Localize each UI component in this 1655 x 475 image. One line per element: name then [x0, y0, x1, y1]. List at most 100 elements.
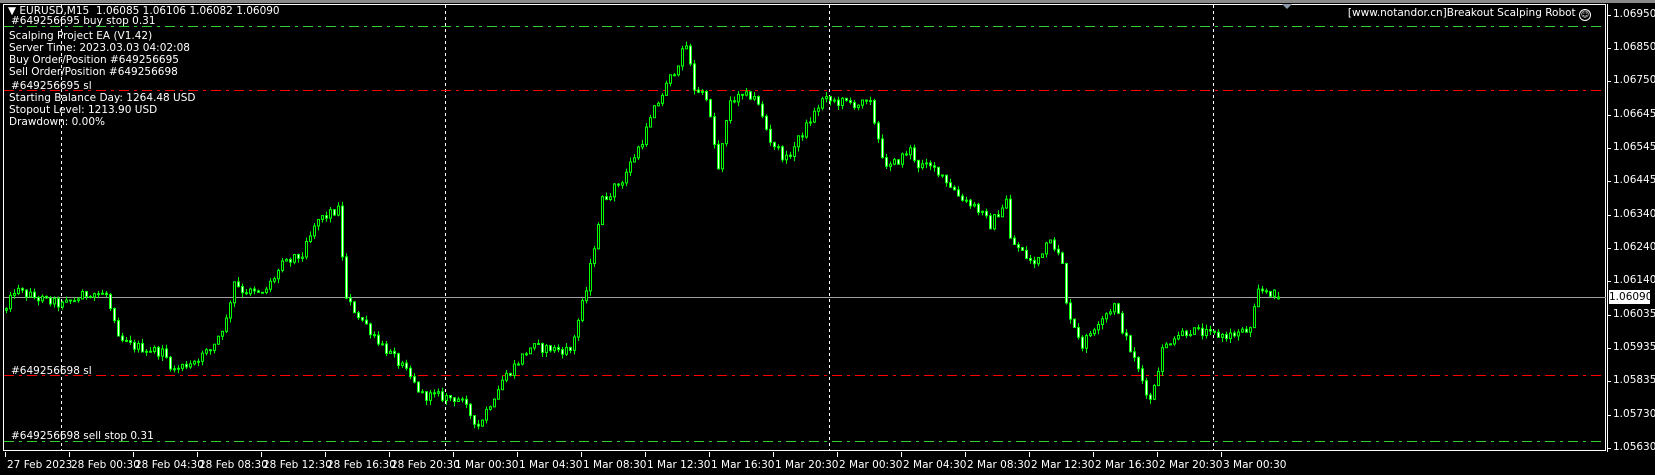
shift-marker-icon[interactable] [1282, 4, 1292, 9]
bull-candle [229, 302, 232, 319]
time-tick-label: 28 Feb 08:30 [199, 459, 268, 471]
bear-candle [713, 116, 716, 145]
price-tick-label: 1.05730 [1613, 408, 1655, 421]
bull-candle [321, 215, 324, 220]
bear-candle [969, 199, 972, 207]
bull-candle [137, 342, 140, 350]
bear-candle [33, 291, 36, 299]
bear-candle [257, 290, 260, 293]
bull-candle [593, 248, 596, 265]
bear-candle [245, 292, 248, 295]
bull-candle [9, 294, 12, 310]
bear-candle [165, 348, 168, 358]
bear-candle [697, 89, 700, 93]
bull-candle [729, 100, 732, 122]
bull-candle [1085, 335, 1088, 349]
time-tick-label: 1 Mar 04:30 [519, 459, 583, 471]
bull-candle [1093, 329, 1096, 335]
bull-candle [1153, 385, 1156, 400]
bull-candle [305, 240, 308, 258]
bear-candle [333, 209, 336, 216]
bull-candle [677, 65, 680, 76]
bull-candle [1229, 332, 1232, 340]
bull-candle [81, 291, 84, 300]
bull-candle [577, 319, 580, 338]
bull-candle [597, 224, 600, 250]
bull-candle [1161, 347, 1164, 372]
bull-candle [537, 343, 540, 346]
bull-candle [701, 90, 704, 93]
bear-candle [1125, 332, 1128, 337]
bear-candle [1073, 318, 1076, 329]
time-tick-label: 28 Feb 12:30 [263, 459, 332, 471]
bear-candle [297, 253, 300, 259]
smiley-icon[interactable]: ☺ [1579, 9, 1591, 21]
bear-candle [453, 397, 456, 403]
bull-candle [1165, 343, 1168, 349]
bear-candle [905, 153, 908, 156]
bear-candle [113, 307, 116, 322]
bear-candle [769, 128, 772, 143]
time-tick-label: 2 Mar 08:30 [967, 459, 1031, 471]
bull-candle [813, 110, 816, 123]
bear-candle [1209, 329, 1212, 332]
bear-candle [237, 281, 240, 288]
bull-candle [657, 102, 660, 107]
bull-candle [205, 349, 208, 354]
bear-candle [945, 174, 948, 184]
bear-candle [749, 91, 752, 100]
bull-candle [565, 346, 568, 355]
sell-stop-label: #649256698 sell stop 0.31 [11, 430, 154, 442]
bear-candle [45, 295, 48, 299]
bear-candle [849, 99, 852, 103]
bear-candle [865, 99, 868, 102]
bear-candle [1225, 333, 1228, 340]
bull-candle [545, 345, 548, 353]
bear-candle [1077, 327, 1080, 338]
bull-candle [421, 391, 424, 394]
bear-candle [449, 394, 452, 399]
bull-candle [993, 214, 996, 230]
bear-candle [353, 301, 356, 314]
bull-candle [1157, 370, 1160, 387]
bull-candle [685, 45, 688, 50]
time-tick-label: 2 Mar 20:30 [1159, 459, 1223, 471]
bear-candle [129, 340, 132, 343]
bull-candle [65, 299, 68, 303]
bull-candle [909, 147, 912, 156]
time-tick-label: 28 Feb 04:30 [135, 459, 204, 471]
price-tick-label: 1.05630 [1613, 440, 1655, 453]
bear-candle [441, 391, 444, 401]
bear-candle [109, 294, 112, 309]
bull-candle [809, 121, 812, 124]
bull-candle [585, 290, 588, 302]
price-tick-label: 1.06850 [1613, 40, 1655, 53]
bull-candle [753, 96, 756, 100]
bear-candle [837, 99, 840, 107]
bull-candle [177, 367, 180, 370]
bear-candle [757, 96, 760, 105]
bear-candle [409, 367, 412, 378]
bull-candle [513, 363, 516, 376]
bull-candle [1181, 330, 1184, 336]
bull-candle [173, 368, 176, 371]
bear-candle [873, 100, 876, 124]
robot-label: [www.notandor.cn]Breakout Scalping Robot… [1348, 7, 1591, 21]
bear-candle [1013, 237, 1016, 246]
bear-candle [21, 287, 24, 291]
bull-candle [641, 144, 644, 148]
bull-candle [457, 398, 460, 403]
bear-candle [913, 147, 916, 161]
time-tick-label: 1 Mar 00:30 [455, 459, 519, 471]
bull-candle [1241, 328, 1244, 333]
bull-candle [521, 353, 524, 365]
bear-candle [773, 141, 776, 148]
bear-candle [261, 291, 264, 294]
bull-candle [193, 360, 196, 365]
candlestick-chart[interactable] [0, 0, 1655, 475]
bull-candle [901, 153, 904, 165]
bull-candle [573, 336, 576, 351]
bull-candle [481, 419, 484, 427]
bear-candle [1017, 244, 1020, 249]
bull-candle [745, 91, 748, 96]
